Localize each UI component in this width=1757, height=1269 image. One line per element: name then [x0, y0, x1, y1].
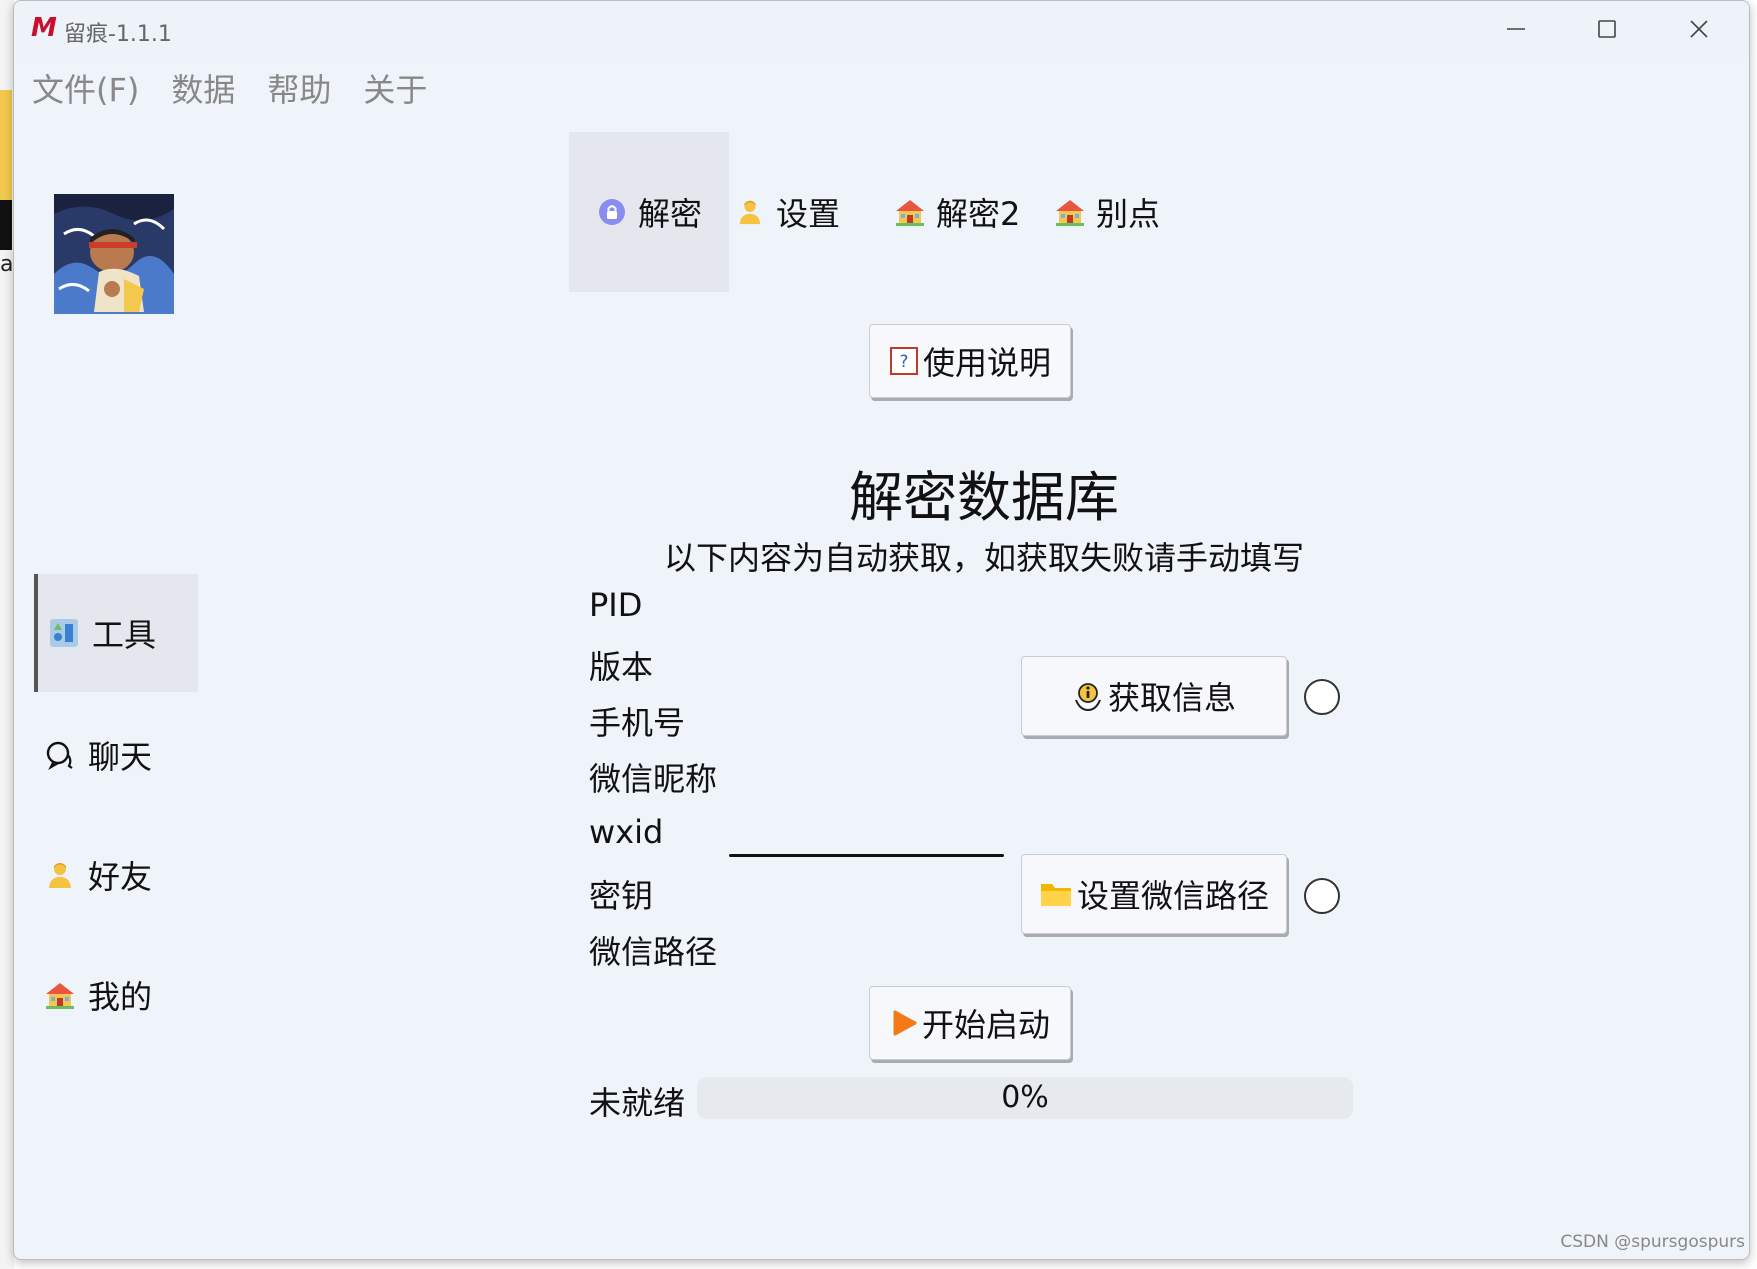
key-label: 密钥 — [589, 877, 654, 915]
wxid-input[interactable] — [729, 854, 1004, 857]
tab-label: 别点 — [1096, 195, 1161, 233]
menu-data[interactable]: 数据 — [171, 65, 235, 111]
window-title: 留痕-1.1.1 — [64, 22, 172, 47]
tab-label: 解密2 — [936, 195, 1021, 233]
button-label: 设置微信路径 — [1076, 877, 1269, 915]
sidebar-item-label: 聊天 — [88, 738, 153, 776]
set-path-status-radio[interactable] — [1304, 878, 1340, 914]
tab-label: 解密 — [637, 195, 702, 233]
minimize-button[interactable] — [1486, 9, 1546, 49]
svg-text:?: ? — [899, 352, 908, 372]
button-label: 使用说明 — [922, 344, 1051, 382]
page-title: 解密数据库 — [849, 466, 1119, 529]
pid-label: PID — [589, 586, 643, 624]
button-label: 获取信息 — [1107, 679, 1236, 717]
tab-settings[interactable]: 设置 — [734, 132, 840, 292]
house-icon — [1054, 196, 1086, 228]
close-button[interactable] — [1669, 9, 1729, 49]
info-hand-icon — [1072, 680, 1104, 712]
version-label: 版本 — [589, 648, 654, 686]
menu-bar: 文件(F) 数据 帮助 关于 — [14, 61, 1749, 115]
tools-icon — [46, 615, 82, 651]
avatar-image — [54, 194, 174, 314]
start-button[interactable]: 开始启动 — [869, 986, 1071, 1060]
maximize-icon — [1598, 20, 1616, 38]
folder-icon — [1039, 879, 1073, 909]
progress-bar: 0% — [697, 1077, 1353, 1119]
get-info-button[interactable]: 获取信息 — [1021, 656, 1287, 736]
desktop-window-edge — [0, 90, 12, 200]
question-icon: ? — [889, 346, 919, 376]
person-icon — [734, 196, 766, 228]
desktop-text-fragment: a — [0, 252, 14, 277]
title-bar: M 留痕-1.1.1 — [14, 1, 1749, 59]
app-logo-icon: M — [31, 13, 57, 43]
wxid-label: wxid — [589, 813, 664, 851]
get-info-status-radio[interactable] — [1304, 679, 1340, 715]
tab-label: 设置 — [776, 195, 841, 233]
nickname-label: 微信昵称 — [589, 760, 718, 798]
house-icon — [42, 977, 78, 1013]
progress-text: 0% — [1001, 1080, 1049, 1115]
avatar[interactable] — [54, 194, 174, 314]
app-window: M 留痕-1.1.1 文件(F) 数据 帮助 关于 工具 聊天 好友 我的 解密… — [13, 0, 1750, 1260]
tab-decrypt2[interactable]: 解密2 — [894, 132, 1020, 292]
status-text: 未就绪 — [589, 1084, 686, 1122]
tab-decrypt[interactable]: 解密 — [569, 132, 729, 292]
sidebar-item-mine[interactable]: 我的 — [34, 936, 194, 1054]
close-icon — [1690, 20, 1708, 38]
page-subtitle: 以下内容为自动获取，如获取失败请手动填写 — [663, 539, 1304, 577]
house-icon — [894, 196, 926, 228]
sidebar-item-label: 工具 — [92, 616, 157, 654]
wechat-path-label: 微信路径 — [589, 933, 718, 971]
sidebar-item-chat[interactable]: 聊天 — [34, 696, 194, 814]
button-label: 开始启动 — [921, 1006, 1050, 1044]
sidebar-item-label: 我的 — [88, 978, 153, 1016]
play-icon — [890, 1009, 918, 1037]
menu-about[interactable]: 关于 — [363, 65, 427, 111]
usage-help-button[interactable]: ? 使用说明 — [869, 324, 1071, 398]
sidebar-item-friends[interactable]: 好友 — [34, 816, 194, 934]
sidebar-item-tools[interactable]: 工具 — [34, 574, 198, 692]
desktop-window-edge-dark — [0, 200, 12, 250]
maximize-button[interactable] — [1577, 9, 1637, 49]
person-icon — [42, 857, 78, 893]
watermark: CSDN @spursgospurs — [1560, 1232, 1745, 1252]
menu-file[interactable]: 文件(F) — [32, 65, 139, 111]
tab-dont-click[interactable]: 别点 — [1054, 132, 1160, 292]
set-wechat-path-button[interactable]: 设置微信路径 — [1021, 854, 1287, 934]
sidebar-item-label: 好友 — [88, 858, 153, 896]
lock-icon — [596, 196, 628, 228]
menu-help[interactable]: 帮助 — [267, 65, 331, 111]
phone-label: 手机号 — [589, 704, 686, 742]
chat-icon — [42, 737, 78, 773]
minimize-icon — [1507, 28, 1525, 30]
